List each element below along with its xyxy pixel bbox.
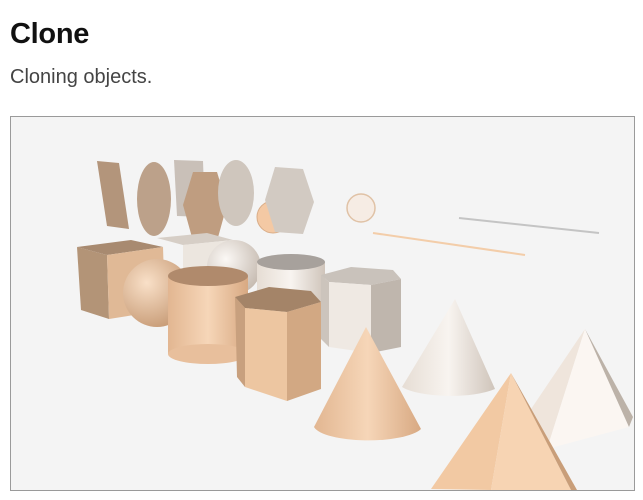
plane-clone xyxy=(97,161,129,229)
3d-scene-canvas[interactable] xyxy=(10,116,635,491)
line-grey xyxy=(458,217,600,234)
page-subtitle: Cloning objects. xyxy=(10,66,153,88)
disc-clone xyxy=(218,160,254,226)
ring-clone xyxy=(346,193,376,223)
circle-clone xyxy=(137,162,171,236)
line-peach xyxy=(372,232,526,256)
cone-light-clone xyxy=(402,299,495,396)
page-title: Clone xyxy=(10,18,90,50)
hexagonal-prism-peach-clone xyxy=(235,287,321,401)
